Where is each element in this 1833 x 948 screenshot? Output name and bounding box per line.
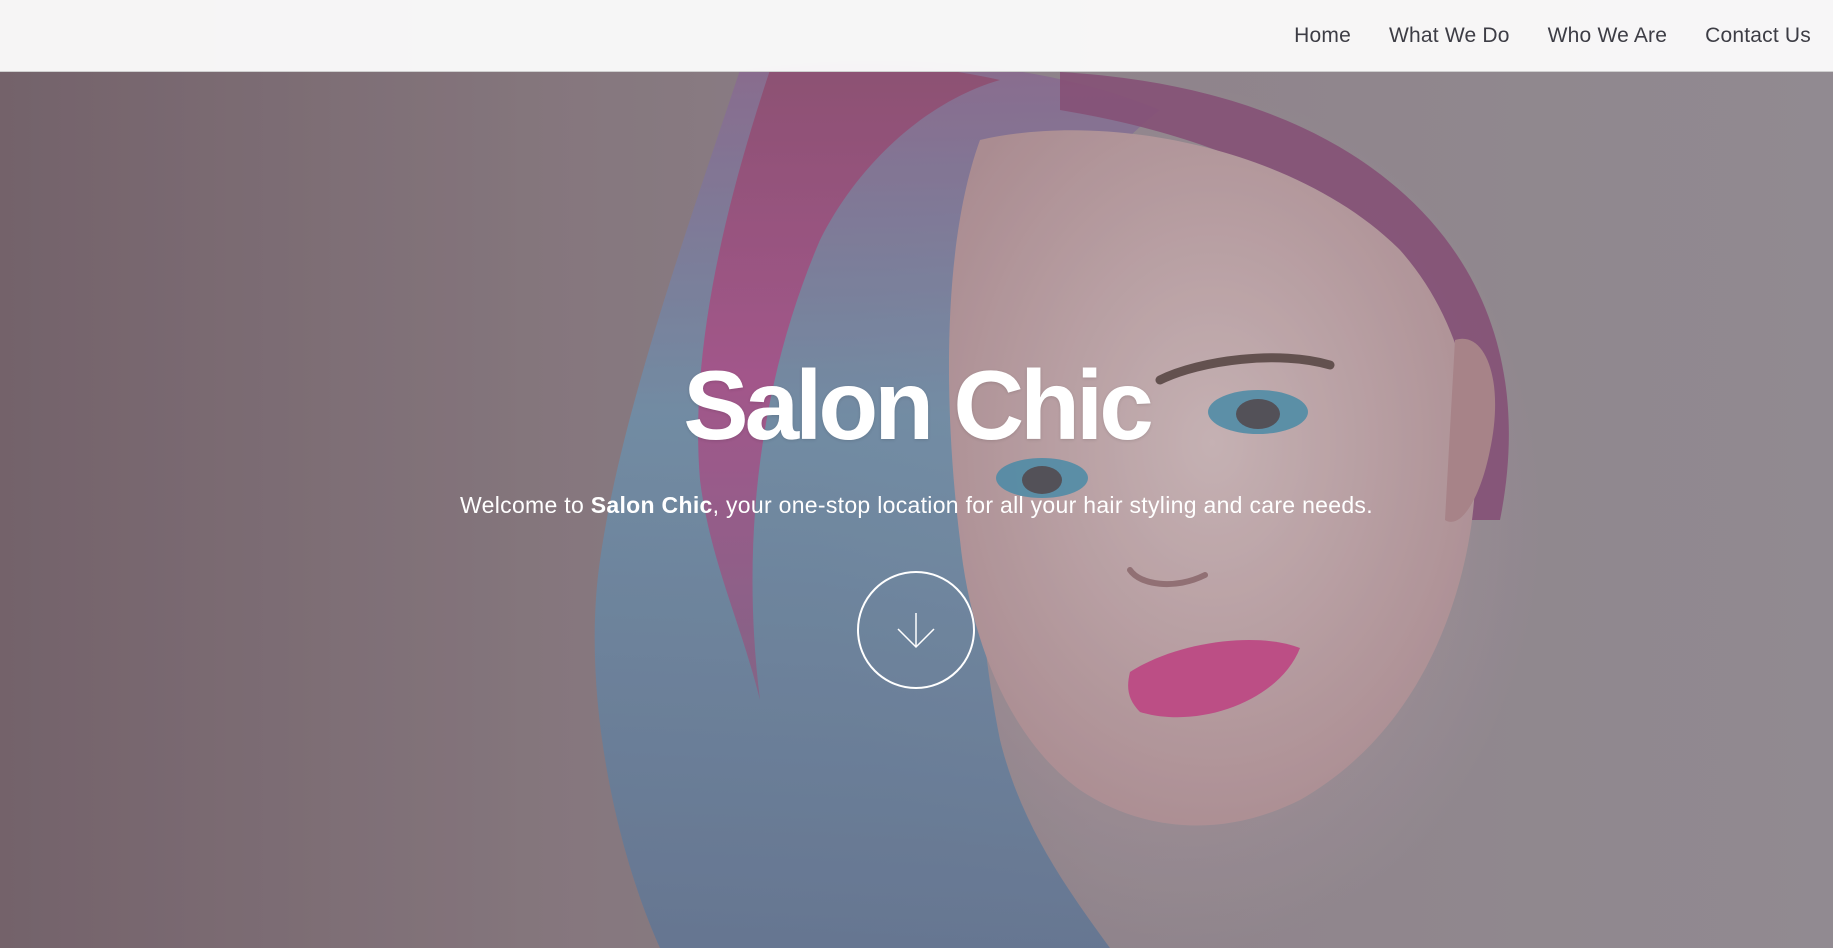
page-title: Salon Chic (683, 350, 1153, 460)
hero-tagline: Welcome to Salon Chic, your one-stop loc… (0, 490, 1833, 520)
arrow-down-icon (897, 613, 935, 649)
tagline-prefix: Welcome to (460, 492, 591, 518)
nav-item-what-we-do[interactable]: What We Do (1389, 24, 1510, 48)
hero-content: Salon Chic Welcome to Salon Chic, your o… (0, 350, 1833, 520)
scroll-down-button[interactable] (857, 571, 975, 689)
tagline-brand: Salon Chic (590, 492, 713, 518)
nav-item-home[interactable]: Home (1294, 24, 1351, 48)
nav-item-who-we-are[interactable]: Who We Are (1548, 24, 1668, 48)
hero-section: Salon Chic Welcome to Salon Chic, your o… (0, 0, 1833, 948)
tagline-suffix: , your one-stop location for all your ha… (712, 492, 1373, 518)
nav-menu: Home What We Do Who We Are Contact Us (1294, 0, 1811, 72)
top-navbar: Home What We Do Who We Are Contact Us (0, 0, 1833, 72)
nav-item-contact-us[interactable]: Contact Us (1705, 24, 1811, 48)
